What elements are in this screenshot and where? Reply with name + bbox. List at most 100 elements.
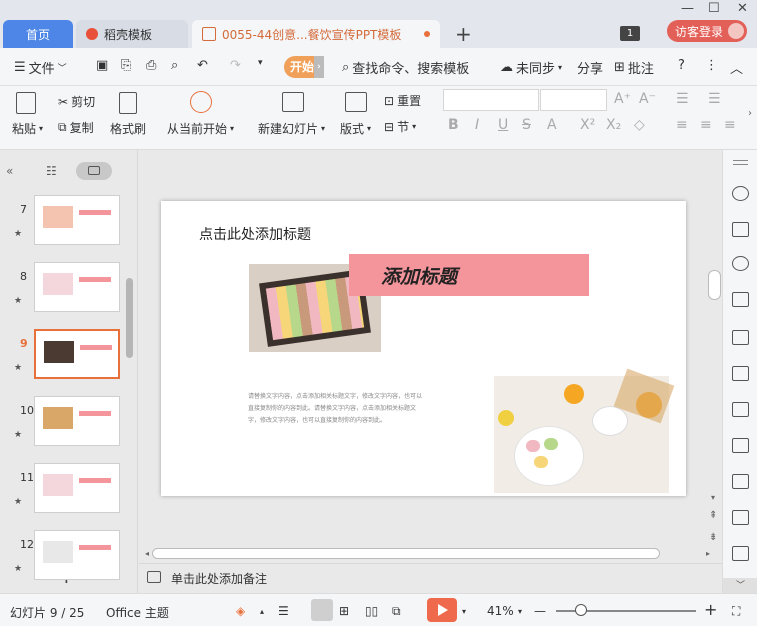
- text-shadow-icon[interactable]: A: [547, 117, 557, 133]
- preview-icon[interactable]: ⌕: [171, 58, 178, 73]
- format-painter-icon[interactable]: [119, 92, 137, 114]
- strikethrough-icon[interactable]: S: [522, 117, 531, 133]
- paste-button[interactable]: 粘贴 ▾: [12, 120, 43, 137]
- layout-icon[interactable]: [345, 92, 367, 112]
- magic-icon[interactable]: [732, 186, 749, 201]
- tab-template[interactable]: 稻壳模板: [76, 20, 188, 48]
- picture-icon[interactable]: [732, 546, 749, 561]
- outline-view-icon[interactable]: ☷: [46, 164, 57, 178]
- animation-star-icon[interactable]: ★: [14, 430, 22, 440]
- minimize-icon[interactable]: —: [681, 1, 694, 16]
- quick-access-dropdown[interactable]: ▾: [258, 58, 263, 68]
- comment-button[interactable]: ⊞ 批注: [614, 58, 654, 77]
- animation-star-icon[interactable]: ★: [14, 229, 22, 239]
- sidebar-expand-icon[interactable]: ﹀: [723, 578, 757, 593]
- increase-font-icon[interactable]: A⁺: [614, 91, 631, 107]
- share-button[interactable]: 分享: [577, 58, 603, 77]
- play-dropdown[interactable]: ▾: [462, 607, 466, 616]
- pink-title-text[interactable]: 添加标题: [381, 262, 457, 289]
- layout-button[interactable]: 版式 ▾: [340, 120, 371, 137]
- play-circle-icon[interactable]: [190, 91, 212, 113]
- slide-body-text[interactable]: 请替换文字内容，点击添加相关标题文字，修改文字内容，也可以直接复制你的内容到此。…: [248, 391, 423, 427]
- pink-title-bar[interactable]: 添加标题: [349, 254, 589, 296]
- thumbnail-scrollbar[interactable]: [126, 278, 133, 358]
- zoom-slider-thumb[interactable]: [575, 604, 587, 616]
- notes-toggle-icon[interactable]: ☰: [278, 604, 289, 618]
- share-export-icon[interactable]: [732, 474, 749, 489]
- bold-icon[interactable]: B: [448, 117, 459, 133]
- redo-icon[interactable]: ↷: [230, 58, 241, 73]
- font-size-select[interactable]: [540, 89, 607, 111]
- scroll-left-icon[interactable]: ◂: [145, 549, 149, 558]
- align-center-icon[interactable]: ≡: [700, 117, 712, 133]
- beautify-icon[interactable]: ◈: [236, 604, 245, 618]
- window-count-badge[interactable]: 1: [620, 26, 640, 41]
- slide-thumbnail[interactable]: [34, 530, 120, 580]
- vertical-scrollbar[interactable]: [708, 270, 721, 300]
- help-icon[interactable]: ?: [678, 58, 685, 73]
- animation-star-icon[interactable]: ★: [14, 363, 22, 373]
- fit-window-icon[interactable]: ⛶: [732, 604, 740, 619]
- prev-slide-icon[interactable]: ⇞: [709, 510, 717, 521]
- new-slide-button[interactable]: 新建幻灯片 ▾: [258, 120, 325, 137]
- slide-title-placeholder[interactable]: 点击此处添加标题: [199, 224, 311, 244]
- zoom-level[interactable]: 41%: [487, 604, 514, 618]
- normal-view-icon[interactable]: [311, 599, 333, 621]
- decrease-font-icon[interactable]: A⁻: [639, 91, 656, 107]
- settings-icon[interactable]: [732, 402, 749, 417]
- login-button[interactable]: 访客登录: [667, 20, 747, 42]
- more-icon[interactable]: ⋮: [705, 58, 718, 73]
- tab-document[interactable]: 0055-44创意...餐饮宣传PPT模板: [192, 20, 440, 48]
- tab-start[interactable]: 开始 ›: [284, 56, 324, 78]
- search-box[interactable]: ⌕ 查找命令、搜索模板: [342, 58, 469, 77]
- zoom-out-icon[interactable]: —: [534, 604, 546, 618]
- chart-icon[interactable]: [732, 366, 749, 381]
- animation-star-icon[interactable]: ★: [14, 497, 22, 507]
- grid-icon[interactable]: [732, 330, 749, 345]
- thumbnail-view-toggle[interactable]: [76, 162, 112, 180]
- align-right-icon[interactable]: ≡: [724, 117, 736, 133]
- file-menu[interactable]: ☰ 文件 ﹀: [14, 58, 67, 77]
- save-icon[interactable]: ▣: [96, 58, 108, 73]
- macaron-plate-image[interactable]: [494, 368, 675, 493]
- align-left-icon[interactable]: ≡: [676, 117, 688, 133]
- bullet-list-icon[interactable]: ☰: [676, 91, 689, 107]
- new-tab-button[interactable]: +: [455, 22, 472, 46]
- animation-star-icon[interactable]: ★: [14, 564, 22, 574]
- ribbon-scroll-right-icon[interactable]: ›: [748, 108, 752, 119]
- underline-icon[interactable]: U: [498, 117, 508, 133]
- zoom-dropdown[interactable]: ▾: [518, 607, 522, 616]
- animation-star-icon[interactable]: ★: [14, 296, 22, 306]
- reset-button[interactable]: ⊡ 重置: [384, 92, 421, 109]
- undo-icon[interactable]: ↶: [197, 58, 208, 73]
- slide-thumbnail[interactable]: [34, 262, 120, 312]
- superscript-icon[interactable]: X²: [580, 117, 595, 133]
- horizontal-scrollbar[interactable]: [152, 548, 660, 559]
- italic-icon[interactable]: I: [475, 117, 479, 133]
- reading-view-icon[interactable]: ▯▯: [365, 604, 378, 618]
- scroll-down-icon[interactable]: ▾: [711, 493, 715, 502]
- presenter-icon[interactable]: ⧉: [392, 604, 401, 619]
- next-slide-icon[interactable]: ⇟: [709, 532, 717, 543]
- tab-home[interactable]: 首页: [3, 20, 73, 48]
- close-icon[interactable]: ✕: [737, 1, 748, 16]
- beautify-dropdown[interactable]: ▴: [260, 607, 264, 616]
- clear-format-icon[interactable]: ◇: [634, 117, 645, 133]
- collapse-panel-icon[interactable]: «: [6, 164, 13, 178]
- slide-thumbnail[interactable]: [34, 463, 120, 513]
- numbered-list-icon[interactable]: ☰: [708, 91, 721, 107]
- copy-button[interactable]: ⧉ 复制: [58, 119, 94, 136]
- section-button[interactable]: ⊟ 节 ▾: [384, 118, 416, 135]
- copy-slide-icon[interactable]: [732, 222, 749, 237]
- notes-bar[interactable]: 单击此处添加备注: [139, 563, 722, 593]
- export-icon[interactable]: ⎘: [121, 58, 131, 73]
- font-family-select[interactable]: [443, 89, 539, 111]
- paste-icon[interactable]: [16, 92, 36, 114]
- image-search-icon[interactable]: [732, 438, 749, 453]
- slide-thumbnail[interactable]: [34, 195, 120, 245]
- cut-button[interactable]: ✂ 剪切: [58, 93, 95, 110]
- zoom-in-icon[interactable]: +: [704, 600, 717, 619]
- archive-icon[interactable]: [732, 510, 749, 525]
- text-style-icon[interactable]: [732, 292, 749, 307]
- from-current-button[interactable]: 从当前开始 ▾: [167, 120, 234, 137]
